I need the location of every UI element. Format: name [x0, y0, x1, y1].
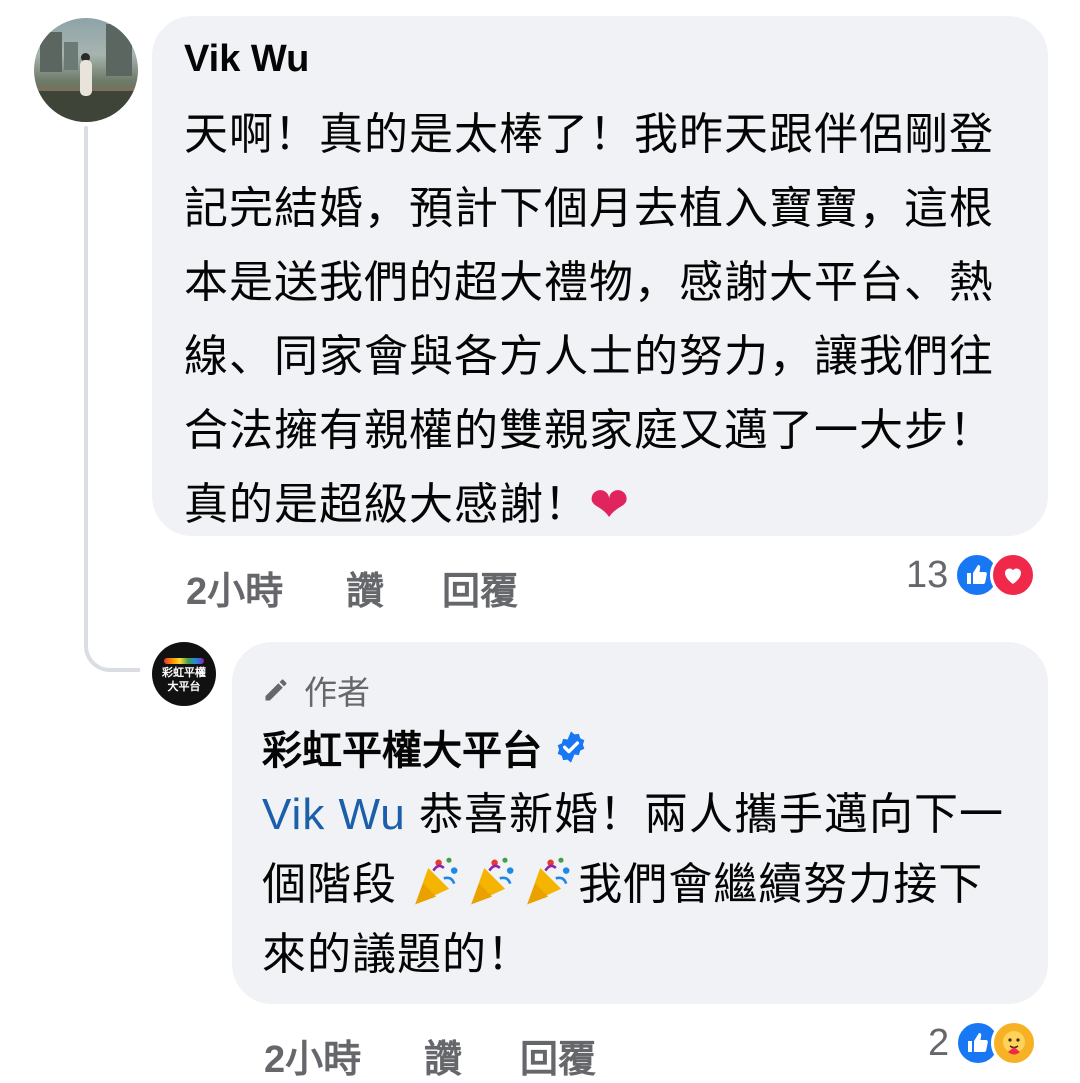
reply-reactions[interactable]: 2: [928, 1020, 1038, 1066]
page-avatar[interactable]: 彩虹平權 大平台: [152, 642, 216, 706]
reaction-count: 2: [928, 1021, 950, 1064]
reaction-count: 13: [906, 553, 949, 596]
author-badge: 作者: [262, 666, 370, 714]
reply-author-name[interactable]: 彩虹平權大平台: [262, 718, 542, 776]
comment-reactions[interactable]: 13: [906, 552, 1037, 598]
comment-text-body: 天啊！真的是太棒了！我昨天跟伴侶剛登記完結婚，預計下個月去植入寶寶，這根本是送我…: [184, 110, 994, 529]
thread-connector: [84, 620, 140, 672]
care-icon: [991, 1020, 1038, 1066]
reply-like-button[interactable]: 讚: [424, 1028, 462, 1083]
verified-badge-icon: [557, 731, 585, 763]
logo-text: 大平台: [167, 680, 201, 693]
love-icon: [990, 552, 1037, 598]
party-popper-icon: [471, 857, 514, 905]
mention-link[interactable]: Vik Wu: [262, 790, 406, 839]
comment-reply-button[interactable]: 回覆: [442, 560, 518, 615]
party-popper-icon: [527, 857, 570, 905]
reply-reply-button[interactable]: 回覆: [520, 1028, 596, 1083]
reply-author[interactable]: 彩虹平權大平台: [262, 718, 588, 776]
heart-emoji-icon: ❤: [589, 479, 631, 532]
author-badge-label: 作者: [304, 674, 370, 711]
comment-timestamp[interactable]: 2小時: [186, 560, 283, 615]
avatar[interactable]: [34, 18, 138, 122]
party-popper-icon: [415, 857, 458, 905]
comment-text: 天啊！真的是太棒了！我昨天跟伴侶剛登記完結婚，預計下個月去植入寶寶，這根本是送我…: [184, 98, 1014, 543]
comment-author[interactable]: Vik Wu: [184, 38, 309, 81]
thread-line: [84, 126, 88, 646]
pencil-icon: [265, 679, 287, 701]
comment-like-button[interactable]: 讚: [346, 560, 384, 615]
reply-text: Vik Wu 恭喜新婚！兩人攜手邁向下一個階段 我們會繼續努力接下來的議題的！: [262, 780, 1022, 990]
reply-timestamp[interactable]: 2小時: [264, 1028, 361, 1083]
